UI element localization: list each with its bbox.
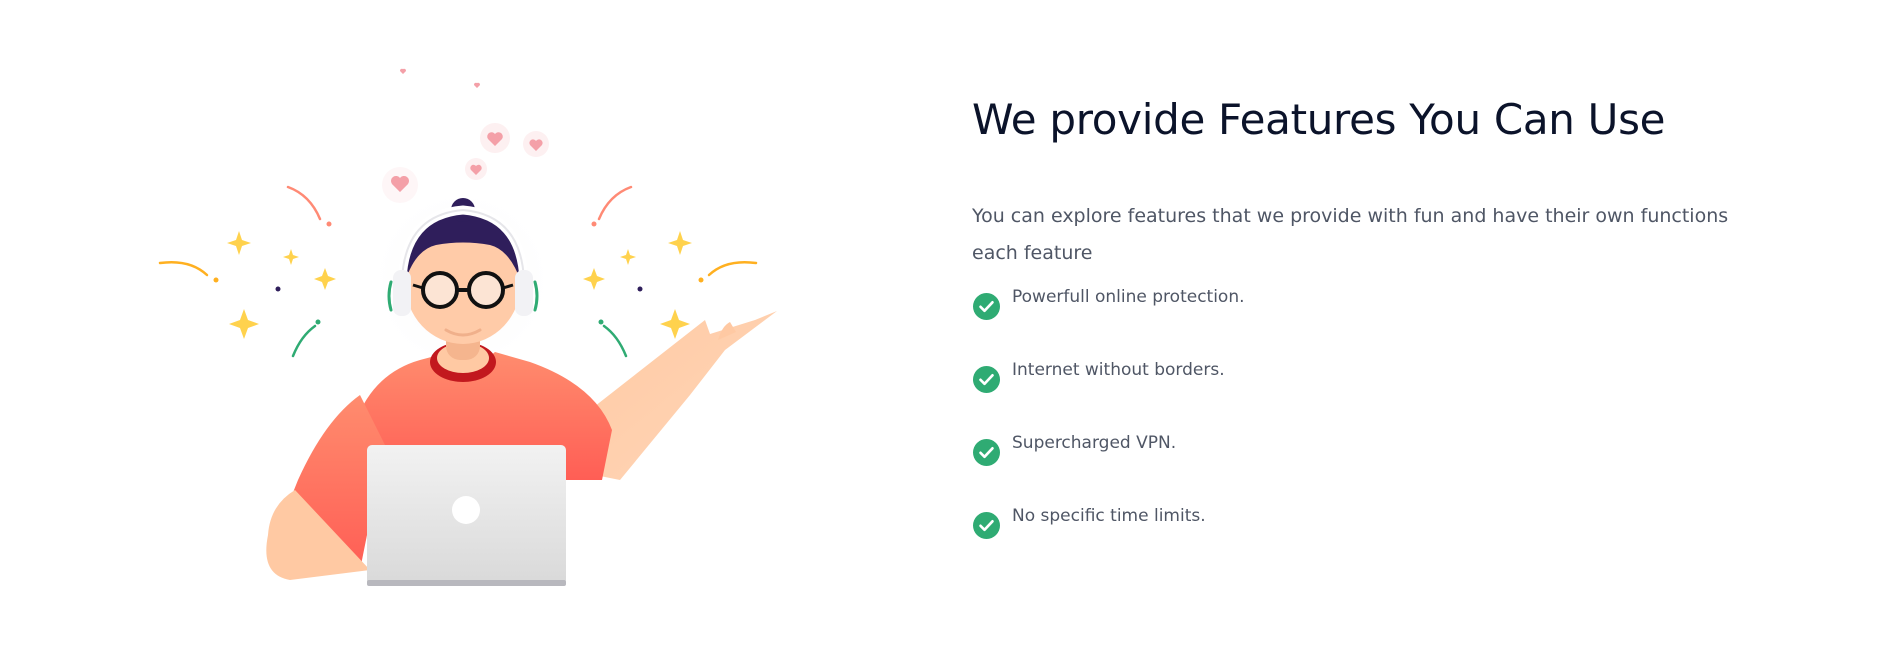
check-circle-icon — [973, 293, 1000, 320]
section-heading: We provide Features You Can Use — [972, 95, 1666, 144]
features-content: We provide Features You Can Use You can … — [972, 90, 1772, 577]
feature-label: Supercharged VPN. — [1012, 433, 1177, 453]
check-circle-icon — [973, 439, 1000, 466]
feature-label: Internet without borders. — [1012, 360, 1225, 380]
feature-item: Supercharged VPN. — [972, 431, 1772, 504]
hero-illustration — [150, 50, 810, 595]
feature-list: Powerfull online protection. Internet wi… — [972, 285, 1772, 577]
feature-label: No specific time limits. — [1012, 506, 1206, 526]
feature-item: Powerfull online protection. — [972, 285, 1772, 358]
feature-item: No specific time limits. — [972, 504, 1772, 577]
check-circle-icon — [973, 366, 1000, 393]
laptop — [367, 445, 566, 586]
left-sparkles-decoration — [158, 185, 336, 358]
hearts-decoration — [382, 68, 549, 203]
check-circle-icon — [973, 512, 1000, 539]
feature-item: Internet without borders. — [972, 358, 1772, 431]
feature-label: Powerfull online protection. — [1012, 287, 1245, 307]
section-description: You can explore features that we provide… — [972, 205, 1729, 264]
